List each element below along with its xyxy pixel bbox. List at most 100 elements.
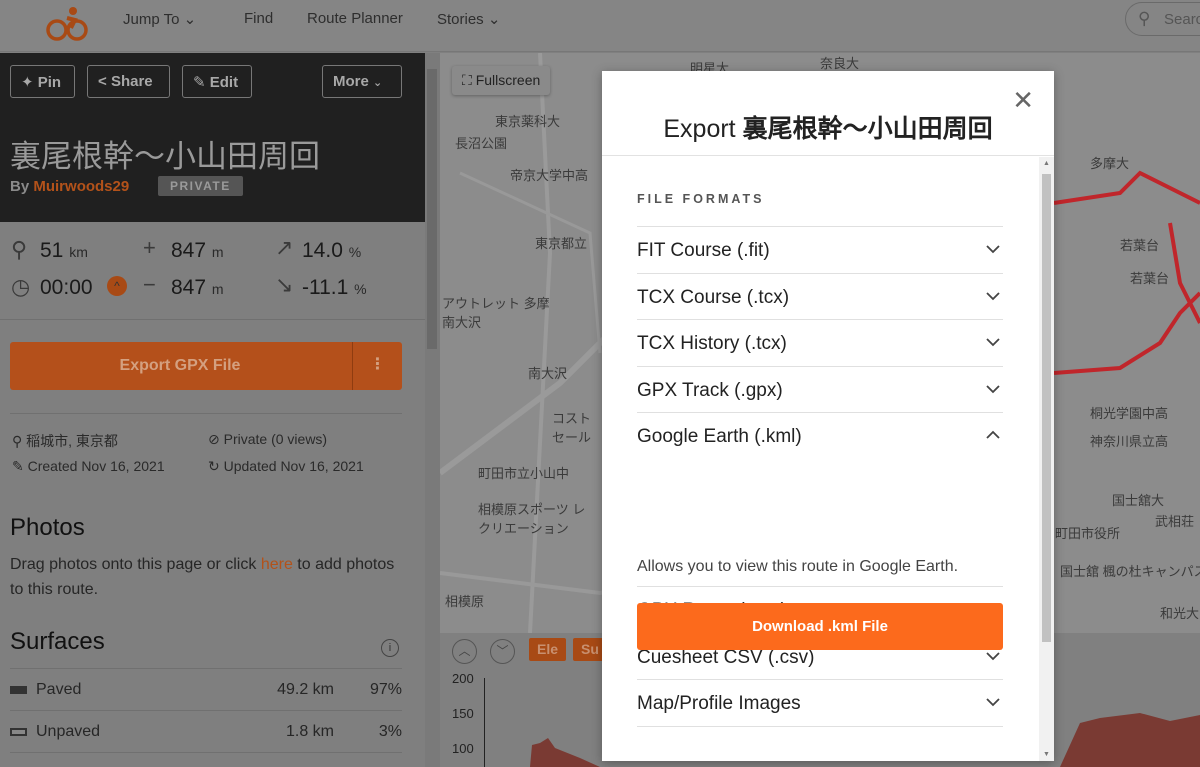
format-row[interactable]: FIT Course (.fit) xyxy=(637,226,1003,273)
author-link[interactable]: Muirwoods29 xyxy=(33,178,129,195)
map-label: 相模原スポーツ レクリエーション xyxy=(478,502,586,536)
nav-route-planner[interactable]: Route Planner xyxy=(307,10,403,27)
scrollbar-thumb[interactable] xyxy=(1042,174,1051,642)
stat-min-grade: -11.1 % xyxy=(302,276,367,300)
distance-icon: ⚲ xyxy=(11,237,28,262)
nav-jump-to-label: Jump To xyxy=(123,11,180,28)
max-grade-unit: % xyxy=(348,244,362,260)
chevron-down-icon xyxy=(986,292,1000,301)
surface-distance: 1.8 km xyxy=(285,723,334,740)
speed-toggle-icon[interactable]: ^ xyxy=(107,276,127,296)
minus-icon: − xyxy=(143,272,156,297)
export-options-icon[interactable]: ⋮ xyxy=(352,342,402,390)
sidebar-scrollbar[interactable] xyxy=(425,53,440,767)
route-privacy: ⊘ Private (0 views) xyxy=(208,431,327,448)
location-text: 稲城市, 東京都 xyxy=(26,433,118,449)
location-pin-icon: ⚲ xyxy=(12,433,23,449)
route-updated: ↻ Updated Nov 16, 2021 xyxy=(208,458,364,475)
share-label: Share xyxy=(110,73,153,90)
chevron-up-icon xyxy=(986,430,1000,439)
export-gpx-label: Export GPX File xyxy=(119,357,241,374)
more-button[interactable]: More ⌄ xyxy=(322,65,402,98)
map-label: 南大沢 xyxy=(528,366,568,381)
format-label: TCX History (.tcx) xyxy=(637,333,787,354)
photos-upload-link[interactable]: here xyxy=(261,556,293,573)
nav-find[interactable]: Find xyxy=(244,10,273,27)
route-created: ✎ Created Nov 16, 2021 xyxy=(12,458,165,475)
route-title: 裏尾根幹〜小山田周回 xyxy=(10,139,320,174)
map-label: 桐光学園中高 xyxy=(1090,406,1169,421)
pencil-icon: ✎ xyxy=(12,458,24,474)
format-row[interactable]: Google Earth (.kml) xyxy=(637,412,1003,459)
format-row[interactable]: GPX Track (.gpx) xyxy=(637,366,1003,413)
surface-percent: 3% xyxy=(378,723,402,740)
top-nav: Jump To ⌄ Find Route Planner Stories ⌄ ⚲… xyxy=(0,0,1200,52)
divider xyxy=(0,319,425,320)
nav-stories[interactable]: Stories ⌄ xyxy=(437,10,500,28)
nav-jump-to[interactable]: Jump To ⌄ xyxy=(123,10,196,28)
distance-value: 51 xyxy=(40,239,64,262)
close-icon[interactable]: ✕ xyxy=(1012,85,1034,116)
map-label: 多摩大 xyxy=(1090,156,1130,171)
export-gpx-button[interactable]: Export GPX File ⋮ xyxy=(10,342,402,390)
ride-logo-icon[interactable] xyxy=(45,6,89,42)
refresh-icon: ↻ xyxy=(208,458,220,474)
fullscreen-button[interactable]: ⛶ Fullscreen xyxy=(452,66,551,95)
download-kml-button[interactable]: Download .kml File xyxy=(637,603,1003,650)
chevron-down-icon xyxy=(986,245,1000,254)
route-author: By Muirwoods29 xyxy=(10,178,129,195)
map-label: 町田市役所 xyxy=(1055,526,1121,541)
by-label: By xyxy=(10,178,30,195)
privacy-badge: PRIVATE xyxy=(158,176,243,196)
pin-label: Pin xyxy=(37,74,62,91)
modal-title: Export 裏尾根幹〜小山田周回 xyxy=(602,109,1054,145)
scrollbar-thumb[interactable] xyxy=(427,69,437,349)
edit-button[interactable]: ✎ Edit xyxy=(182,65,252,98)
stat-max-grade: 14.0 % xyxy=(302,239,361,263)
chevron-down-icon: ⌄ xyxy=(373,77,383,89)
format-label: FIT Course (.fit) xyxy=(637,240,770,261)
search-input[interactable]: ⚲ Search xyxy=(1125,2,1200,36)
plus-icon: + xyxy=(143,235,156,260)
chevron-down-icon xyxy=(986,385,1000,394)
unpaved-swatch-icon xyxy=(10,728,27,736)
chevron-down-icon xyxy=(986,338,1000,347)
format-label: GPX Track (.gpx) xyxy=(637,380,783,401)
info-icon[interactable]: i xyxy=(381,639,399,657)
format-row[interactable]: Map/Profile Images xyxy=(637,679,1003,726)
elev-gain-value: 847 xyxy=(171,239,207,262)
paved-swatch-icon xyxy=(10,686,27,694)
surface-label: Paved xyxy=(36,681,82,698)
share-button[interactable]: < Share xyxy=(87,65,170,98)
format-label: TCX Course (.tcx) xyxy=(637,287,790,308)
file-formats-heading: FILE FORMATS xyxy=(637,192,765,206)
scroll-down-icon[interactable]: ▼ xyxy=(1043,751,1050,758)
fullscreen-icon: ⛶ xyxy=(462,72,472,88)
format-label: Google Earth (.kml) xyxy=(637,426,802,447)
modal-title-prefix: Export xyxy=(663,115,736,143)
map-label: 武相荘 xyxy=(1155,514,1195,529)
time-value: 00:00 xyxy=(40,276,93,299)
min-grade-unit: % xyxy=(354,281,367,297)
elev-loss-value: 847 xyxy=(171,276,207,299)
stat-elevation-loss: 847 m xyxy=(171,276,224,300)
format-row[interactable]: TCX History (.tcx) xyxy=(637,319,1003,366)
clock-icon: ◷ xyxy=(11,274,31,299)
modal-scrollbar[interactable]: ▲ ▼ xyxy=(1039,157,1054,761)
chevron-down-icon xyxy=(986,652,1000,661)
map-label: 相模原 xyxy=(445,594,485,609)
nav-stories-label: Stories xyxy=(437,11,484,28)
updated-text: Updated Nov 16, 2021 xyxy=(223,458,364,474)
map-label: 奈良大 xyxy=(820,56,860,71)
map-label: コスト セール xyxy=(552,411,592,445)
format-row[interactable]: TCX Course (.tcx) xyxy=(637,273,1003,320)
stat-distance: 51 km xyxy=(40,239,88,263)
map-label: 国士舘大 xyxy=(1112,493,1165,508)
created-text: Created Nov 16, 2021 xyxy=(27,458,165,474)
map-label: 若葉台 xyxy=(1120,238,1160,253)
pin-button[interactable]: ✦ Pin xyxy=(10,65,75,98)
fullscreen-label: Fullscreen xyxy=(475,72,541,88)
scroll-up-icon[interactable]: ▲ xyxy=(1043,160,1050,167)
divider xyxy=(10,668,402,669)
max-grade-value: 14.0 xyxy=(302,239,343,262)
